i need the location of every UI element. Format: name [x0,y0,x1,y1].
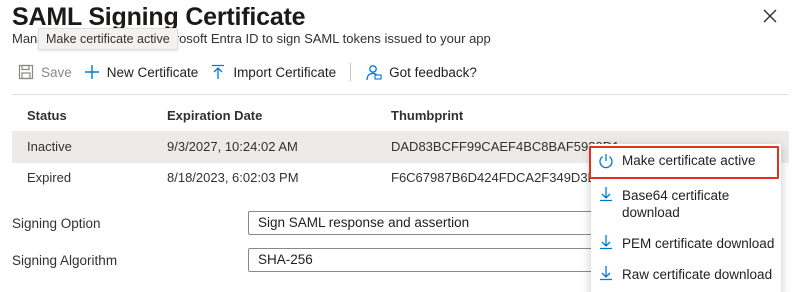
signing-algorithm-label: Signing Algorithm [12,253,118,268]
thumbprint-cell: F6C67987B6D424FDCA2F349D3D9F... [391,170,622,185]
subtitle-rest: Microsoft Entra ID to sign SAML tokens i… [154,31,491,46]
tooltip: Make certificate active [38,28,178,50]
menu-item-label-line1: Base64 certificate [622,188,730,203]
feedback-label: Got feedback? [389,64,477,80]
column-header-status: Status [27,108,67,123]
save-button[interactable]: Save [12,60,78,84]
raw-download-item[interactable]: Raw certificate download [591,265,781,285]
signing-option-label: Signing Option [12,216,101,231]
feedback-icon [366,64,382,80]
download-icon [600,235,612,250]
expiration-cell: 8/18/2023, 6:02:03 PM [167,170,299,185]
toolbar-divider-line [12,94,789,95]
column-header-thumbprint: Thumbprint [391,108,464,123]
menu-item-label: Raw certificate download [622,267,773,282]
close-icon[interactable] [760,6,780,26]
expiration-cell: 9/3/2027, 10:24:02 AM [167,139,298,154]
column-header-expiration: Expiration Date [167,108,263,123]
download-icon [600,266,612,281]
plus-icon [84,65,99,79]
status-cell: Expired [27,170,72,185]
menu-item-label: PEM certificate download [622,236,775,251]
download-icon [600,187,612,202]
feedback-button[interactable]: Got feedback? [359,60,483,84]
save-icon [18,64,34,80]
pem-download-item[interactable]: PEM certificate download [591,234,781,254]
base64-download-item[interactable]: Base64 certificate download [591,186,781,222]
highlight-box [589,146,779,179]
import-certificate-label: Import Certificate [233,64,337,80]
menu-item-label-line2: download [622,205,680,220]
status-cell: Inactive [27,139,72,154]
toolbar-divider [350,63,352,81]
signing-option-select[interactable]: Sign SAML response and assertion [248,211,608,235]
new-certificate-label: New Certificate [106,64,199,80]
command-bar: Save New Certificate Import Certificate … [12,60,483,84]
signing-algorithm-select[interactable]: SHA-256 [248,248,608,272]
import-certificate-button[interactable]: Import Certificate [204,60,342,84]
save-label: Save [41,64,72,80]
upload-icon [212,64,225,79]
new-certificate-button[interactable]: New Certificate [78,60,205,84]
